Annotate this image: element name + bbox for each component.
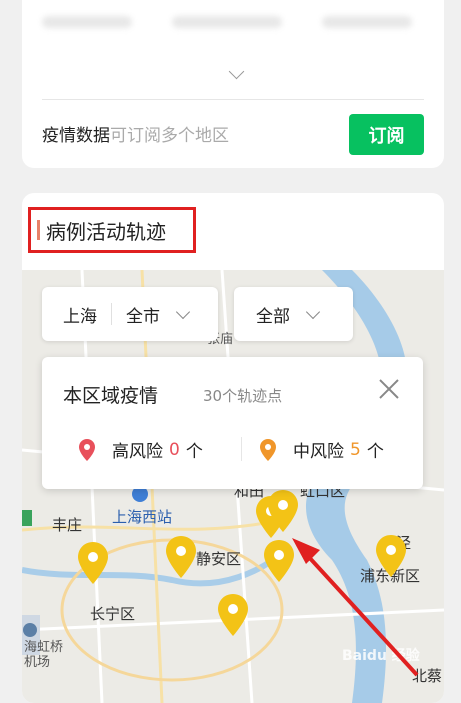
type-value: 全部 [256, 306, 290, 327]
high-risk-count: 0 [169, 439, 180, 460]
panel-title: 本区域疫情 [63, 385, 159, 407]
mid-risk-count: 5 [350, 439, 361, 460]
divider [241, 437, 242, 461]
type-dropdown[interactable]: 全部 [234, 287, 353, 341]
divider [42, 99, 424, 100]
blurred-text [322, 16, 412, 28]
red-location-icon [79, 438, 95, 461]
city-value: 上海 [63, 306, 97, 327]
chevron-down-icon [305, 304, 321, 319]
dropdown-separator [111, 303, 112, 325]
high-risk-unit: 个 [185, 442, 203, 462]
subscribe-hint: 可订阅多个地区 [110, 126, 229, 146]
section-title: 病例活动轨迹 [46, 219, 166, 244]
subscribe-card: 疫情数据可订阅多个地区 订阅 [22, 0, 444, 168]
track-point-count: 30个轨迹点 [203, 387, 283, 405]
mid-risk-unit: 个 [366, 442, 384, 462]
region-dropdown[interactable]: 上海 全市 [42, 287, 218, 341]
section-title-box: 病例活动轨迹 [28, 207, 196, 253]
title-accent-bar [37, 220, 40, 240]
blurred-text [172, 16, 282, 28]
subscribe-label: 疫情数据可订阅多个地区 [42, 121, 229, 146]
district-value: 全市 [126, 306, 160, 327]
chevron-down-icon[interactable] [228, 63, 245, 80]
high-risk-stat: 高风险 0 个 [78, 437, 203, 462]
case-track-card: 病例活动轨迹 张庙 和田 虹口区 丰庄 上海西站 静安区 长宁区 浦东新区 泾 … [22, 193, 444, 703]
mid-risk-stat: 中风险 5 个 [259, 437, 384, 462]
high-risk-label: 高风险 [112, 442, 163, 462]
chevron-down-icon [175, 304, 191, 319]
region-info-panel: 本区域疫情 30个轨迹点 高风险 0 个 中风险 5 个 [42, 357, 423, 489]
blurred-text [42, 16, 132, 28]
mid-risk-label: 中风险 [293, 442, 344, 462]
subscribe-title: 疫情数据 [42, 126, 110, 146]
close-icon[interactable] [377, 377, 401, 401]
subscribe-button[interactable]: 订阅 [349, 114, 424, 155]
orange-location-icon [260, 438, 276, 461]
